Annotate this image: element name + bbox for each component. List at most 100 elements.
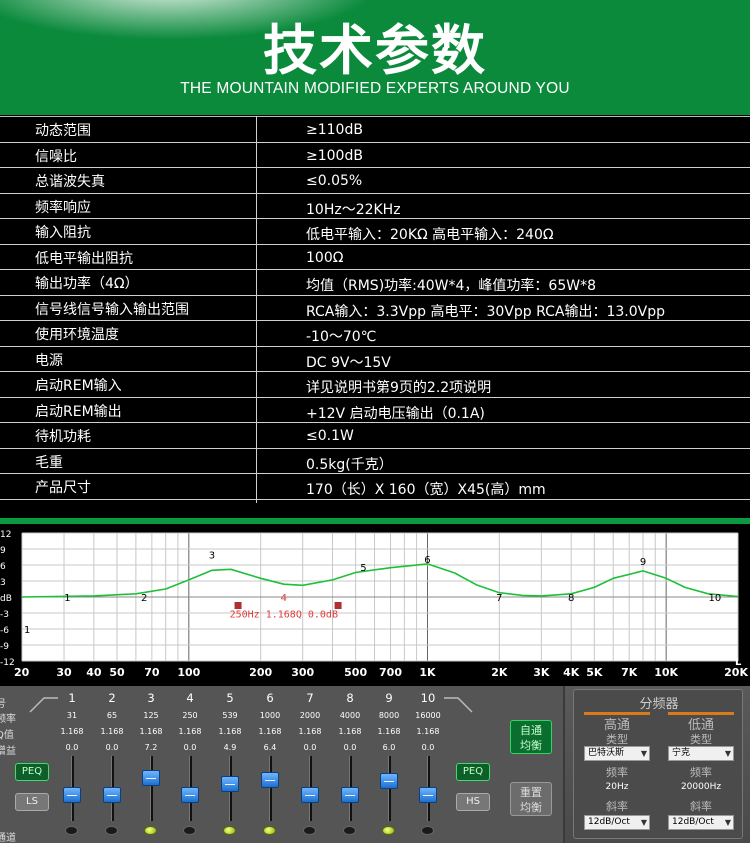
eq-band-frequency[interactable]: 31: [52, 711, 92, 720]
eq-band-led[interactable]: [303, 826, 316, 835]
eq-row-label: 通道: [0, 833, 16, 843]
eq-slider-knob[interactable]: [301, 786, 319, 803]
lowpass-type-value: 宁克: [672, 748, 691, 758]
spec-value: 低电平输入：20KΩ 高电平输入：240Ω: [306, 227, 554, 243]
spec-label: 输出功率（4Ω）: [35, 276, 139, 292]
graph-band-label: 10: [709, 593, 722, 604]
lowpass-freq-value[interactable]: 20000Hz: [662, 782, 740, 792]
eq-band-q[interactable]: 1.168: [250, 727, 290, 736]
eq-band-frequency[interactable]: 1000: [250, 711, 290, 720]
eq-band-led[interactable]: [263, 826, 276, 835]
eq-band-gain[interactable]: 4.9: [210, 743, 250, 752]
spec-value: 详见说明书第9页的2.2项说明: [306, 380, 492, 396]
low-shelf-button[interactable]: LS: [15, 793, 49, 811]
eq-band-q[interactable]: 1.168: [170, 727, 210, 736]
spec-value: RCA输入：3.3Vpp 高电平：30Vpp RCA输出：13.0Vpp: [306, 303, 665, 320]
eq-band-frequency[interactable]: 16000: [408, 711, 448, 720]
eq-band-q[interactable]: 1.168: [210, 727, 250, 736]
eq-slider-knob[interactable]: [142, 770, 160, 786]
eq-band-led[interactable]: [343, 826, 356, 835]
high-shelf-button[interactable]: HS: [456, 793, 490, 811]
eq-band: 4 250 1.168 0.0: [170, 686, 210, 843]
page-header: 技术参数 THE MOUNTAIN MODIFIED EXPERTS AROUN…: [0, 0, 750, 115]
eq-band: 8 4000 1.168 0.0: [330, 686, 370, 843]
graph-band-label: 4: [281, 593, 287, 604]
eq-band-q[interactable]: 1.168: [290, 727, 330, 736]
eq-band-q[interactable]: 1.168: [408, 727, 448, 736]
auto-eq-button[interactable]: 自通 均衡: [510, 720, 552, 754]
spec-row: 输出功率（4Ω） 均值（RMS)功率:40W*4，峰值功率：65W*8: [0, 270, 750, 296]
eq-band-q[interactable]: 1.168: [131, 727, 171, 736]
eq-slider-knob[interactable]: [221, 775, 239, 792]
chevron-down-icon: ▼: [640, 818, 647, 827]
highpass-slope-label: 斜率: [606, 800, 628, 813]
eq-band-number: 1: [68, 691, 76, 705]
graph-y-tick-label: -6: [0, 626, 9, 636]
reset-eq-button[interactable]: 重置 均衡: [510, 782, 552, 816]
eq-band: 1 31 1.168 0.0: [52, 686, 92, 843]
eq-slider-knob[interactable]: [103, 786, 121, 803]
highpass-type-select[interactable]: 巴特沃斯 ▼: [584, 746, 650, 761]
eq-band-q[interactable]: 1.168: [369, 727, 409, 736]
spec-value: 10Hz～22KHz: [306, 201, 401, 218]
eq-band-frequency[interactable]: 250: [170, 711, 210, 720]
eq-band-gain[interactable]: 6.4: [250, 743, 290, 752]
eq-band-led[interactable]: [183, 826, 196, 835]
eq-slider-knob[interactable]: [63, 786, 81, 803]
spec-label: 总谐波失真: [35, 174, 105, 190]
highpass-type-label: 类型: [606, 733, 628, 746]
eq-band-frequency[interactable]: 125: [131, 711, 171, 720]
eq-band-gain[interactable]: 7.2: [131, 743, 171, 752]
crossover-title: 分频器: [639, 697, 679, 712]
eq-slider-knob[interactable]: [380, 772, 398, 789]
eq-band-gain[interactable]: 0.0: [170, 743, 210, 752]
eq-band-led[interactable]: [65, 826, 78, 835]
spec-label: 输入阻抗: [35, 225, 91, 241]
eq-band-led[interactable]: [382, 826, 395, 835]
eq-band-q[interactable]: 1.168: [92, 727, 132, 736]
graph-y-tick-label: dB: [0, 594, 12, 604]
reset-eq-label: 均衡: [520, 801, 542, 814]
eq-slider-knob[interactable]: [181, 786, 199, 803]
highpass-slope-select[interactable]: 12dB/Oct ▼: [584, 815, 650, 830]
eq-band-frequency[interactable]: 8000: [369, 711, 409, 720]
eq-slider-knob[interactable]: [419, 786, 437, 803]
peq-right-button[interactable]: PEQ: [456, 763, 490, 781]
eq-band-led[interactable]: [144, 826, 157, 835]
eq-band: 2 65 1.168 0.0: [92, 686, 132, 843]
eq-slider-track[interactable]: [269, 756, 272, 821]
lowpass-type-select[interactable]: 宁克 ▼: [668, 746, 734, 761]
eq-band-led[interactable]: [105, 826, 118, 835]
spec-value: 100Ω: [306, 249, 344, 266]
spec-row: 动态范围 ≥110dB: [0, 117, 750, 143]
eq-band-q[interactable]: 1.168: [52, 727, 92, 736]
eq-band-gain[interactable]: 0.0: [290, 743, 330, 752]
eq-band-gain[interactable]: 0.0: [52, 743, 92, 752]
eq-response-graph[interactable]: 12 9 6 3 dB -3 -6 -9 -12 20 30 40 50 70 100 200 300 500 70…: [0, 524, 750, 686]
graph-x-tick-label: 30: [56, 666, 72, 679]
eq-band-frequency[interactable]: 539: [210, 711, 250, 720]
eq-band-frequency[interactable]: 65: [92, 711, 132, 720]
graph-annotation: 250Hz 1.168Q 0.0dB: [230, 610, 338, 621]
highpass-freq-value[interactable]: 20Hz: [578, 782, 656, 792]
eq-slider-knob[interactable]: [261, 772, 279, 789]
peq-left-button[interactable]: PEQ: [15, 763, 49, 781]
eq-band-q[interactable]: 1.168: [330, 727, 370, 736]
page-subtitle: THE MOUNTAIN MODIFIED EXPERTS AROUND YOU: [180, 80, 570, 97]
eq-band-gain[interactable]: 0.0: [92, 743, 132, 752]
eq-band-led[interactable]: [223, 826, 236, 835]
graph-y-tick-label: -9: [0, 642, 9, 652]
graph-x-tick-label: 5K: [586, 666, 603, 679]
eq-band-gain[interactable]: 0.0: [408, 743, 448, 752]
spec-row: 产品尺寸 170（长）X 160（宽）X45(高）mm: [0, 474, 750, 500]
lowpass-slope-label: 斜率: [690, 800, 712, 813]
eq-slider-knob[interactable]: [341, 786, 359, 803]
eq-band-gain[interactable]: 6.0: [369, 743, 409, 752]
lowpass-slope-select[interactable]: 12dB/Oct ▼: [668, 815, 734, 830]
eq-slider-track[interactable]: [150, 756, 153, 821]
eq-band-frequency[interactable]: 2000: [290, 711, 330, 720]
eq-graph-svg[interactable]: 12963dB-3-6-9-1220 30 40 50 70 100 200 300 500 70…: [0, 524, 750, 686]
eq-band-gain[interactable]: 0.0: [330, 743, 370, 752]
eq-band-led[interactable]: [421, 826, 434, 835]
eq-band-frequency[interactable]: 4000: [330, 711, 370, 720]
